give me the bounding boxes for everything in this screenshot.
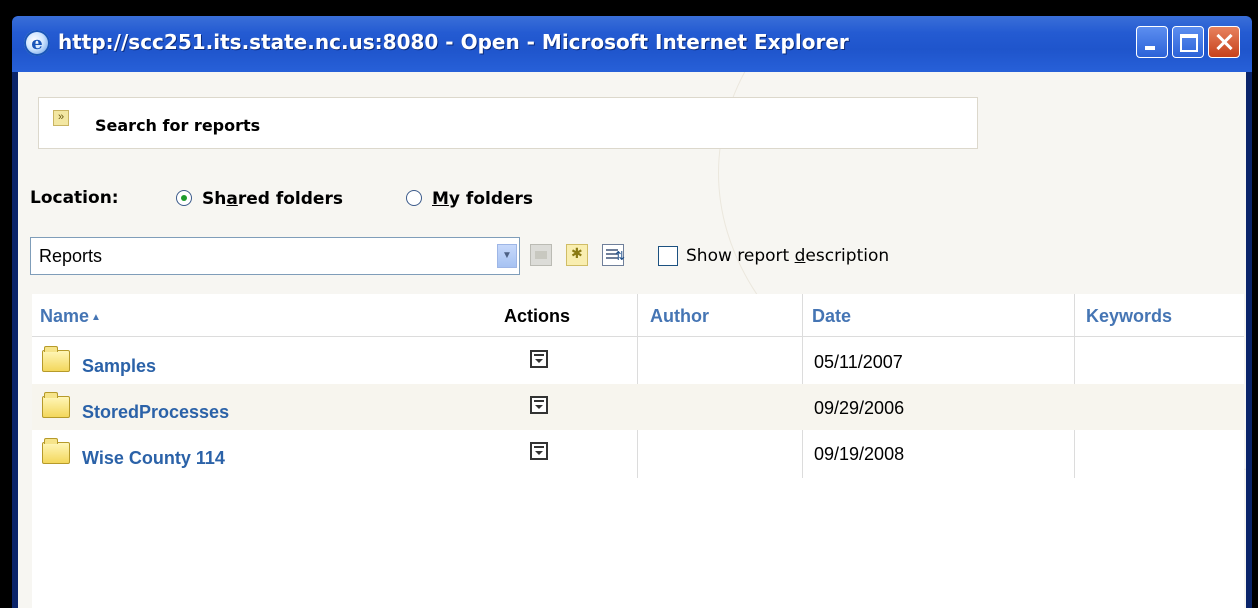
column-header-author[interactable]: Author bbox=[650, 306, 709, 327]
shared-folders-radio[interactable] bbox=[176, 190, 192, 206]
table-row[interactable]: StoredProcesses 09/29/2006 bbox=[32, 384, 1244, 430]
table-row[interactable]: Wise County 114 09/19/2008 bbox=[32, 430, 1244, 476]
folder-icon bbox=[42, 438, 70, 464]
window-title: http://scc251.its.state.nc.us:8080 - Ope… bbox=[58, 30, 849, 54]
table-row[interactable]: Samples 05/11/2007 bbox=[32, 338, 1244, 384]
column-header-keywords[interactable]: Keywords bbox=[1086, 306, 1172, 327]
my-folders-label[interactable]: My folders bbox=[432, 189, 533, 209]
chevron-down-icon[interactable]: ▼ bbox=[497, 244, 517, 268]
folder-select[interactable]: Reports ▼ bbox=[30, 237, 520, 275]
row-date: 09/19/2008 bbox=[814, 444, 905, 464]
actions-menu-icon[interactable] bbox=[530, 350, 548, 368]
folder-icon bbox=[42, 346, 70, 372]
row-date: 05/11/2007 bbox=[814, 352, 903, 372]
location-label: Location: bbox=[30, 188, 119, 208]
up-folder-icon[interactable] bbox=[530, 244, 552, 266]
column-header-name[interactable]: Name ▲ bbox=[40, 306, 101, 327]
show-description-label[interactable]: Show report description bbox=[686, 246, 889, 266]
shared-folders-label[interactable]: Shared folders bbox=[202, 189, 343, 209]
row-date: 09/29/2006 bbox=[814, 398, 905, 418]
folder-select-value: Reports bbox=[39, 246, 103, 266]
actions-menu-icon[interactable] bbox=[530, 442, 548, 460]
ie-icon: e bbox=[24, 30, 50, 56]
minimize-icon[interactable] bbox=[1136, 26, 1168, 58]
folder-icon bbox=[42, 392, 70, 418]
column-header-actions: Actions bbox=[504, 306, 571, 326]
show-description-checkbox[interactable] bbox=[658, 246, 678, 266]
maximize-icon[interactable] bbox=[1172, 26, 1204, 58]
actions-menu-icon[interactable] bbox=[530, 396, 548, 414]
row-name-link[interactable]: Wise County 114 bbox=[82, 448, 225, 469]
table-header: Name ▲ Actions Author Date Keywords bbox=[32, 294, 1244, 337]
row-name-link[interactable]: Samples bbox=[82, 356, 156, 377]
title-bar[interactable]: e http://scc251.its.state.nc.us:8080 - O… bbox=[12, 16, 1252, 72]
browser-window: e http://scc251.its.state.nc.us:8080 - O… bbox=[12, 16, 1252, 608]
sort-ascending-icon: ▲ bbox=[91, 311, 101, 323]
close-icon[interactable] bbox=[1208, 26, 1240, 58]
new-folder-icon[interactable] bbox=[566, 244, 588, 266]
open-dialog-content: » Search for reports Location: Shared fo… bbox=[18, 72, 1246, 608]
report-table: Name ▲ Actions Author Date Keywords Sampl… bbox=[32, 294, 1244, 608]
search-for-reports-label[interactable]: Search for reports bbox=[95, 116, 260, 135]
column-header-date[interactable]: Date bbox=[812, 306, 851, 327]
search-panel[interactable]: » Search for reports bbox=[38, 97, 978, 149]
expand-icon[interactable]: » bbox=[53, 110, 69, 126]
row-name-link[interactable]: StoredProcesses bbox=[82, 402, 229, 423]
my-folders-radio[interactable] bbox=[406, 190, 422, 206]
refresh-icon[interactable] bbox=[602, 244, 625, 266]
